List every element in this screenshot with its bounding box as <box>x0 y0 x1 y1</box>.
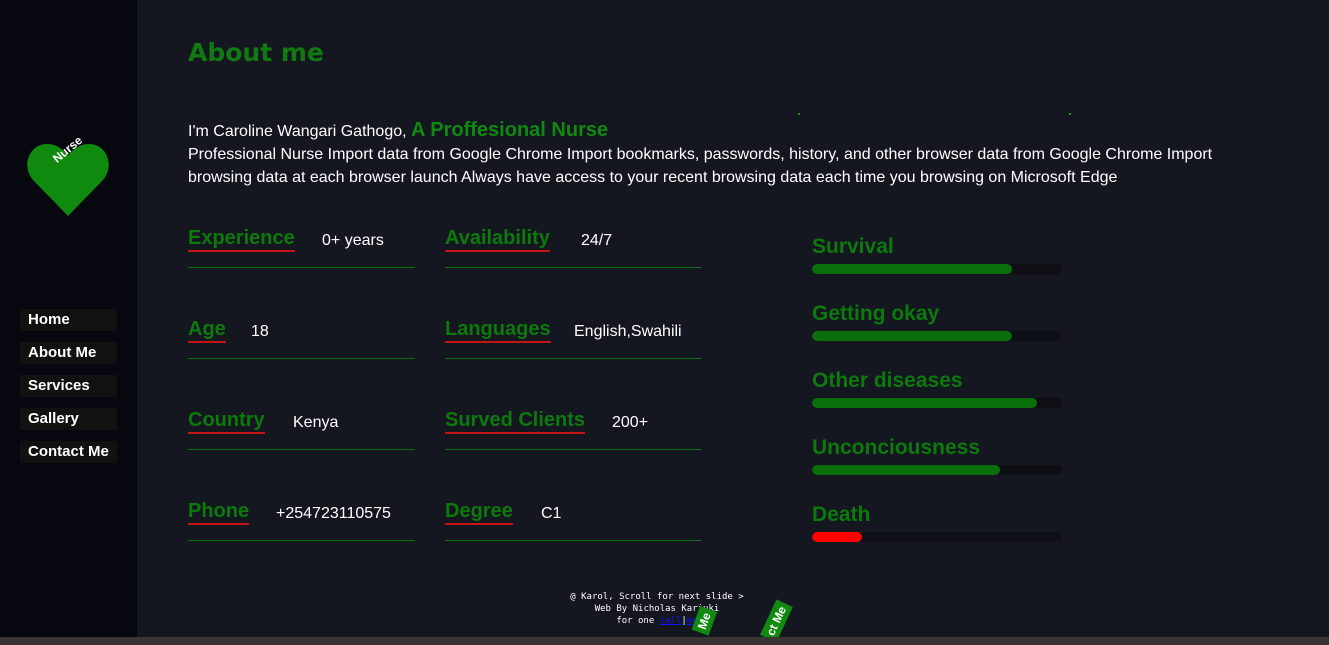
skill-track <box>812 331 1062 341</box>
info-label: Availability <box>445 226 550 252</box>
skill-label: Survival <box>812 235 894 258</box>
call-link[interactable]: call <box>660 616 682 626</box>
floating-tag-contact-me[interactable]: ct Me <box>760 599 793 643</box>
nav-item-contact-me[interactable]: Contact Me <box>20 441 117 463</box>
intro-description: Professional Nurse Import data from Goog… <box>188 146 1213 186</box>
skill-getting-okay: Getting okay <box>812 301 1062 341</box>
nav-item-gallery[interactable]: Gallery <box>20 408 117 430</box>
skill-survival: Survival <box>812 234 1062 274</box>
footer-line-2: Web By Nicholas Kariuki <box>594 604 720 614</box>
info-value: 200+ <box>612 414 649 431</box>
sidebar: Nurse Home About Me Services Gallery Con… <box>0 0 137 637</box>
skill-label: Unconciousness <box>812 436 981 459</box>
main-content: About me I'm Caroline Wangari Gathogo, A… <box>137 0 1329 643</box>
info-value: 0+ years <box>322 232 384 249</box>
skill-bar-fill <box>812 264 1012 274</box>
skill-label: Getting okay <box>812 302 940 325</box>
skill-other-diseases: Other diseases <box>812 368 1062 408</box>
nav-item-home[interactable]: Home <box>20 309 117 331</box>
sidebar-nav: Home About Me Services Gallery Contact M… <box>20 309 117 474</box>
info-label: Languages <box>445 317 551 343</box>
footer-line-3: for one call|me <box>616 616 698 626</box>
info-label: Age <box>188 317 226 343</box>
info-experience: Experience 0+ years <box>188 222 415 268</box>
page-title: About me <box>188 38 324 67</box>
info-phone: Phone +254723110575 <box>188 495 415 541</box>
skill-track <box>812 264 1062 274</box>
skill-bar-fill <box>812 465 1000 475</box>
skill-track <box>812 465 1062 475</box>
skill-label: Other diseases <box>812 369 963 392</box>
skill-bar-fill <box>812 398 1037 408</box>
footer-line-1: @ Karol, Scroll for next slide > <box>570 592 744 602</box>
info-languages: Languages English,Swahili <box>445 313 701 359</box>
info-surved-clients: Surved Clients 200+ <box>445 404 701 450</box>
info-value: +254723110575 <box>276 505 391 522</box>
intro-text: I'm Caroline Wangari Gathogo, A Proffesi… <box>188 119 1268 189</box>
info-age: Age 18 <box>188 313 415 359</box>
info-label: Degree <box>445 499 513 525</box>
info-value: C1 <box>541 505 562 522</box>
decorative-dot <box>798 113 800 115</box>
info-label: Phone <box>188 499 250 525</box>
info-label: Country <box>188 408 265 434</box>
footer-line-3-prefix: for one <box>616 616 655 626</box>
skill-track <box>812 398 1062 408</box>
skill-label: Death <box>812 503 871 526</box>
skill-bar-fill <box>812 532 862 542</box>
skill-bar-fill <box>812 331 1012 341</box>
bottom-strip <box>0 637 1329 645</box>
nav-item-about-me[interactable]: About Me <box>20 342 117 364</box>
info-availability: Availability 24/7 <box>445 222 701 268</box>
info-degree: Degree C1 <box>445 495 701 541</box>
skill-death: Death <box>812 502 1062 542</box>
info-country: Country Kenya <box>188 404 415 450</box>
info-value: Kenya <box>293 414 339 431</box>
info-label: Experience <box>188 226 295 252</box>
skill-track <box>812 532 1062 542</box>
info-value: English,Swahili <box>574 323 682 340</box>
nav-item-services[interactable]: Services <box>20 375 117 397</box>
footer: @ Karol, Scroll for next slide > Web By … <box>557 591 757 627</box>
skill-unconciousness: Unconciousness <box>812 435 1062 475</box>
info-value: 18 <box>251 323 269 340</box>
intro-role: A Proffesional Nurse <box>411 119 609 141</box>
intro-name: I'm Caroline Wangari Gathogo, <box>188 123 407 140</box>
info-value: 24/7 <box>581 232 613 249</box>
decorative-dot <box>1069 113 1071 115</box>
info-label: Surved Clients <box>445 408 586 434</box>
